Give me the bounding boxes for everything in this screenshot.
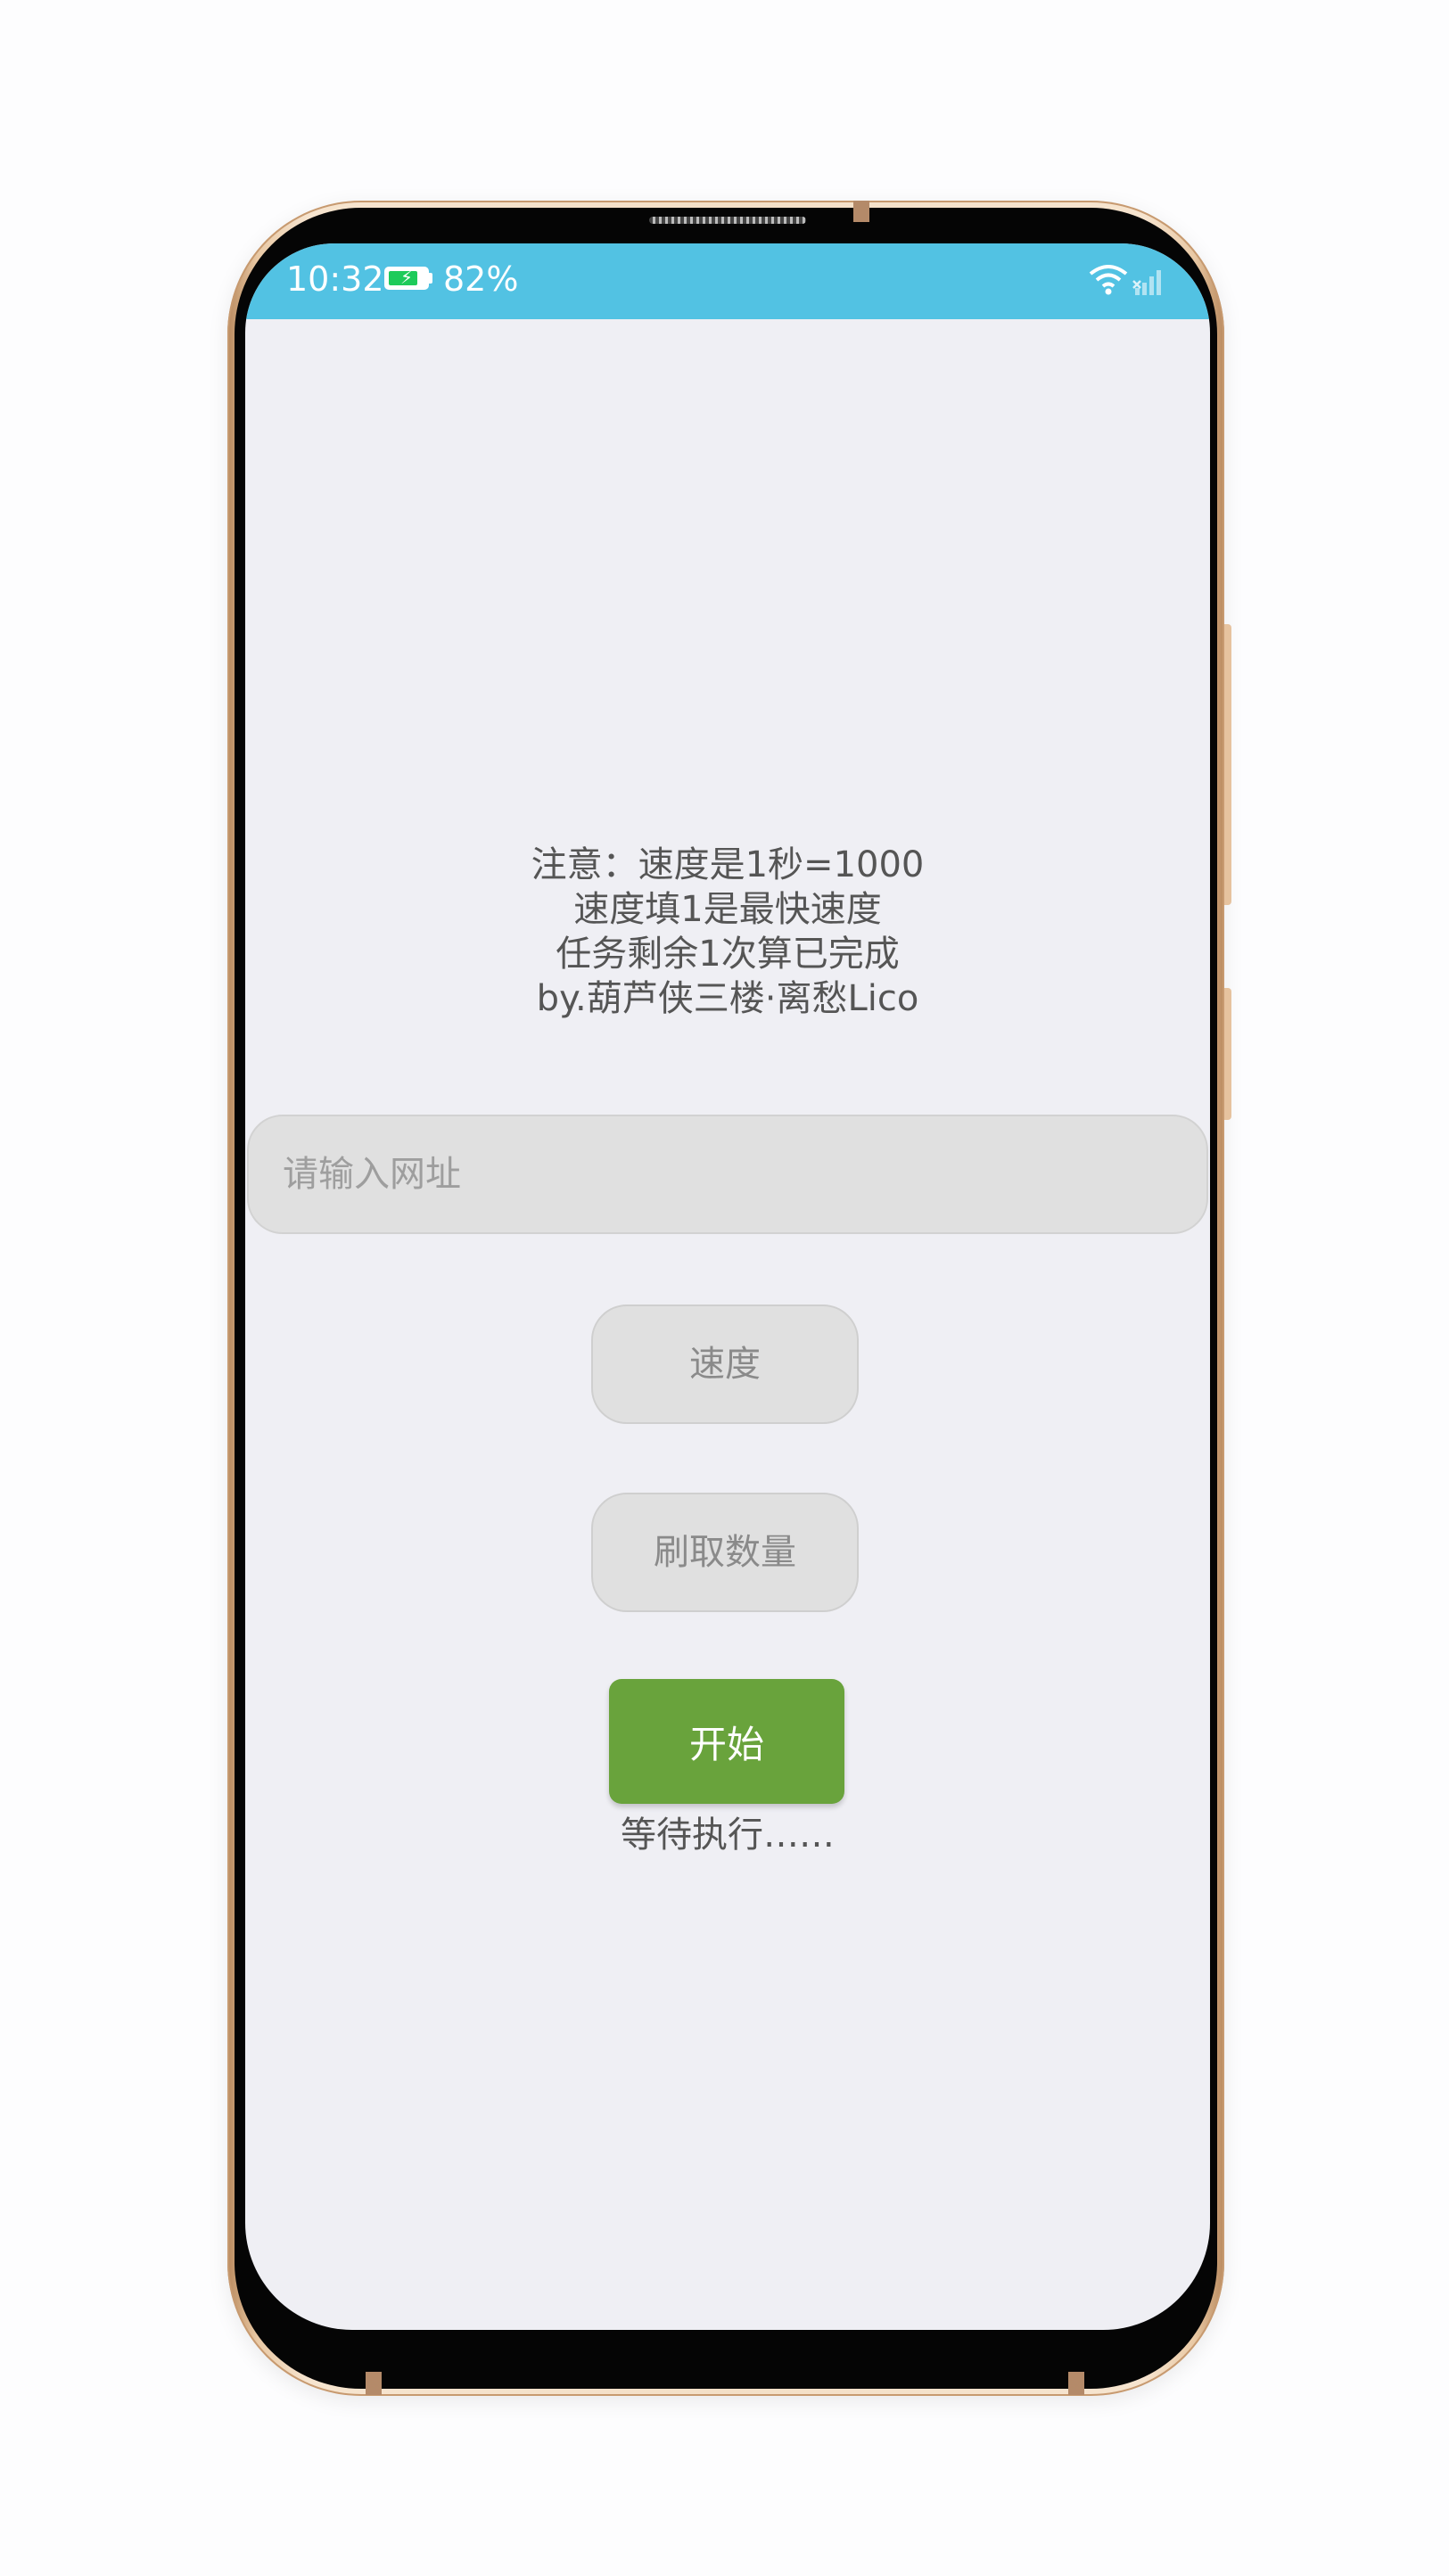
charging-bolt-icon: ⚡ [399,267,414,288]
status-right-icons [1087,261,1167,297]
app-screen: 10:32 ⚡ 82% 注意：速度是1秒=1000 速度填1是最快速度 任务剩余… [245,243,1210,2330]
earpiece-speaker [649,217,806,224]
power-button [1224,988,1231,1120]
battery-tip [429,273,432,284]
author-credit: by.葫芦侠三楼·离愁Lico [536,978,919,1019]
frame-antenna-line [853,201,869,222]
start-button[interactable]: 开始 [609,1679,844,1804]
instruction-line: 注意：速度是1秒=1000 [531,844,925,885]
instruction-line: 任务剩余1次算已完成 [556,934,900,975]
url-input[interactable] [247,1115,1208,1234]
frame-antenna-line [1068,2372,1084,2395]
status-time: 10:32 [286,259,384,299]
count-input[interactable] [591,1493,859,1612]
frame-antenna-line [366,2372,382,2395]
device-mockup: 10:32 ⚡ 82% 注意：速度是1秒=1000 速度填1是最快速度 任务剩余… [0,0,1449,2576]
battery-percent: 82% [443,259,519,299]
speed-input[interactable] [591,1304,859,1424]
status-bar: 10:32 ⚡ 82% [245,243,1210,319]
instruction-line: 速度填1是最快速度 [573,889,882,930]
wifi-icon [1089,265,1161,295]
volume-button [1224,624,1231,905]
instructions-text: 注意：速度是1秒=1000 速度填1是最快速度 任务剩余1次算已完成 by.葫芦… [245,843,1210,1021]
battery-charging-icon: ⚡ [384,267,429,290]
execution-status: 等待执行…… [621,1815,835,1856]
